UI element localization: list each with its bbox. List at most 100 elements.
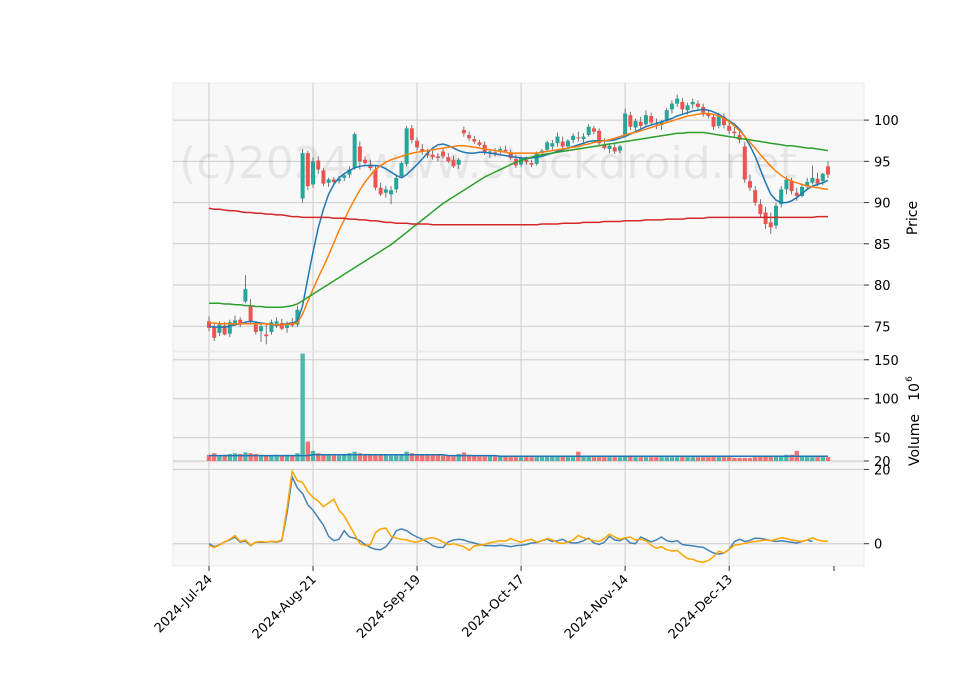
volume-bar bbox=[435, 454, 441, 461]
candle-body bbox=[794, 192, 799, 196]
volume-tick-label: 50 bbox=[874, 432, 891, 447]
price-tick-label: 95 bbox=[874, 155, 891, 170]
candle-body bbox=[680, 101, 685, 110]
volume-bar bbox=[513, 457, 519, 461]
candle-body bbox=[784, 179, 789, 190]
volume-bar bbox=[482, 456, 487, 461]
price-tick-label: 100 bbox=[874, 114, 899, 129]
candle-body bbox=[690, 101, 695, 105]
candle-body bbox=[326, 179, 331, 183]
candle-body bbox=[394, 177, 399, 190]
volume-bar bbox=[529, 457, 534, 461]
volume-bar bbox=[378, 455, 383, 461]
candle-body bbox=[274, 321, 279, 324]
volume-bar bbox=[383, 454, 389, 461]
volume-bar bbox=[680, 457, 685, 461]
volume-bar bbox=[706, 457, 711, 461]
x-tick-label: 2024-Aug-21 bbox=[250, 572, 320, 642]
candle-body bbox=[404, 128, 409, 164]
volume-bar bbox=[446, 455, 451, 461]
volume-bar bbox=[685, 457, 690, 461]
candle-body bbox=[357, 146, 362, 162]
x-tick-label: 2024-Sep-19 bbox=[354, 572, 424, 642]
candle-body bbox=[300, 153, 305, 199]
candle-body bbox=[269, 322, 274, 333]
candle-body bbox=[628, 115, 633, 127]
candle-body bbox=[643, 115, 648, 125]
candle-body bbox=[545, 142, 550, 150]
candle-body bbox=[378, 187, 383, 195]
candle-body bbox=[446, 157, 451, 162]
volume-bar bbox=[487, 455, 493, 461]
volume-bar bbox=[430, 455, 435, 461]
candle-body bbox=[607, 145, 612, 149]
candle-body bbox=[316, 160, 321, 170]
volume-bar bbox=[664, 457, 669, 461]
x-tick-label: 2024-Oct-17 bbox=[459, 572, 527, 640]
volume-bar bbox=[716, 457, 721, 461]
candle-body bbox=[560, 141, 565, 147]
volume-bar bbox=[295, 453, 300, 461]
volume-bar bbox=[643, 457, 649, 461]
volume-bar bbox=[690, 457, 695, 461]
volume-bar bbox=[477, 456, 482, 461]
candle-body bbox=[815, 178, 820, 184]
volume-bar bbox=[232, 453, 238, 461]
candle-body bbox=[576, 137, 581, 139]
candle-body bbox=[732, 131, 737, 134]
chart-svg: (c)2024 www.stockdroid.net 2024-Jul-24 20… bbox=[152, 82, 923, 642]
volume-bar bbox=[404, 451, 409, 461]
candle-body bbox=[747, 181, 752, 188]
candle-body bbox=[264, 334, 269, 337]
volume-bar bbox=[659, 457, 664, 461]
volume-bar bbox=[633, 457, 638, 461]
volume-bar bbox=[420, 454, 425, 461]
price-tick-label: 85 bbox=[874, 238, 891, 253]
candle-body bbox=[623, 113, 628, 135]
candle-body bbox=[768, 222, 773, 228]
volume-bar bbox=[269, 455, 274, 461]
candle-body bbox=[529, 162, 534, 165]
candle-body bbox=[503, 149, 508, 152]
volume-bar bbox=[217, 455, 222, 461]
volume-bar bbox=[352, 451, 357, 461]
volume-axis-label-group: Volume 10 6 bbox=[905, 376, 923, 466]
candle-body bbox=[727, 125, 732, 131]
candle-body bbox=[498, 148, 503, 151]
price-tick-label: 80 bbox=[874, 279, 891, 294]
candle-body bbox=[409, 128, 414, 140]
volume-bar bbox=[492, 456, 498, 461]
volume-bar bbox=[518, 457, 524, 461]
candle-body bbox=[571, 135, 576, 140]
volume-axis-label: Volume bbox=[907, 414, 923, 466]
candle-body bbox=[435, 156, 440, 159]
volume-bar bbox=[810, 457, 815, 461]
volume-bar bbox=[310, 450, 316, 461]
candle-body bbox=[430, 154, 435, 158]
candle-body bbox=[758, 204, 763, 215]
volume-bar bbox=[342, 454, 347, 461]
volume-bar bbox=[654, 457, 659, 461]
volume-bar bbox=[243, 452, 248, 461]
volume-bar bbox=[742, 457, 747, 461]
candle-body bbox=[612, 147, 617, 152]
candle-body bbox=[311, 161, 316, 185]
candle-body bbox=[565, 140, 570, 147]
candle-body bbox=[773, 205, 778, 226]
candle-body bbox=[789, 181, 794, 192]
indicator-tick-label: 0 bbox=[874, 538, 882, 553]
candle-body bbox=[441, 151, 446, 157]
volume-bar bbox=[638, 457, 643, 461]
volume-bar bbox=[290, 455, 295, 461]
volume-bar bbox=[524, 457, 529, 461]
candle-body bbox=[820, 173, 825, 182]
candle-body bbox=[363, 159, 368, 163]
volume-bar bbox=[768, 457, 773, 461]
candle-body bbox=[810, 177, 815, 183]
volume-bar bbox=[820, 457, 825, 461]
candle-body bbox=[586, 126, 591, 135]
candle-body bbox=[753, 190, 758, 203]
volume-bar bbox=[602, 457, 607, 461]
candle-body bbox=[638, 121, 643, 126]
candle-body bbox=[243, 289, 248, 302]
